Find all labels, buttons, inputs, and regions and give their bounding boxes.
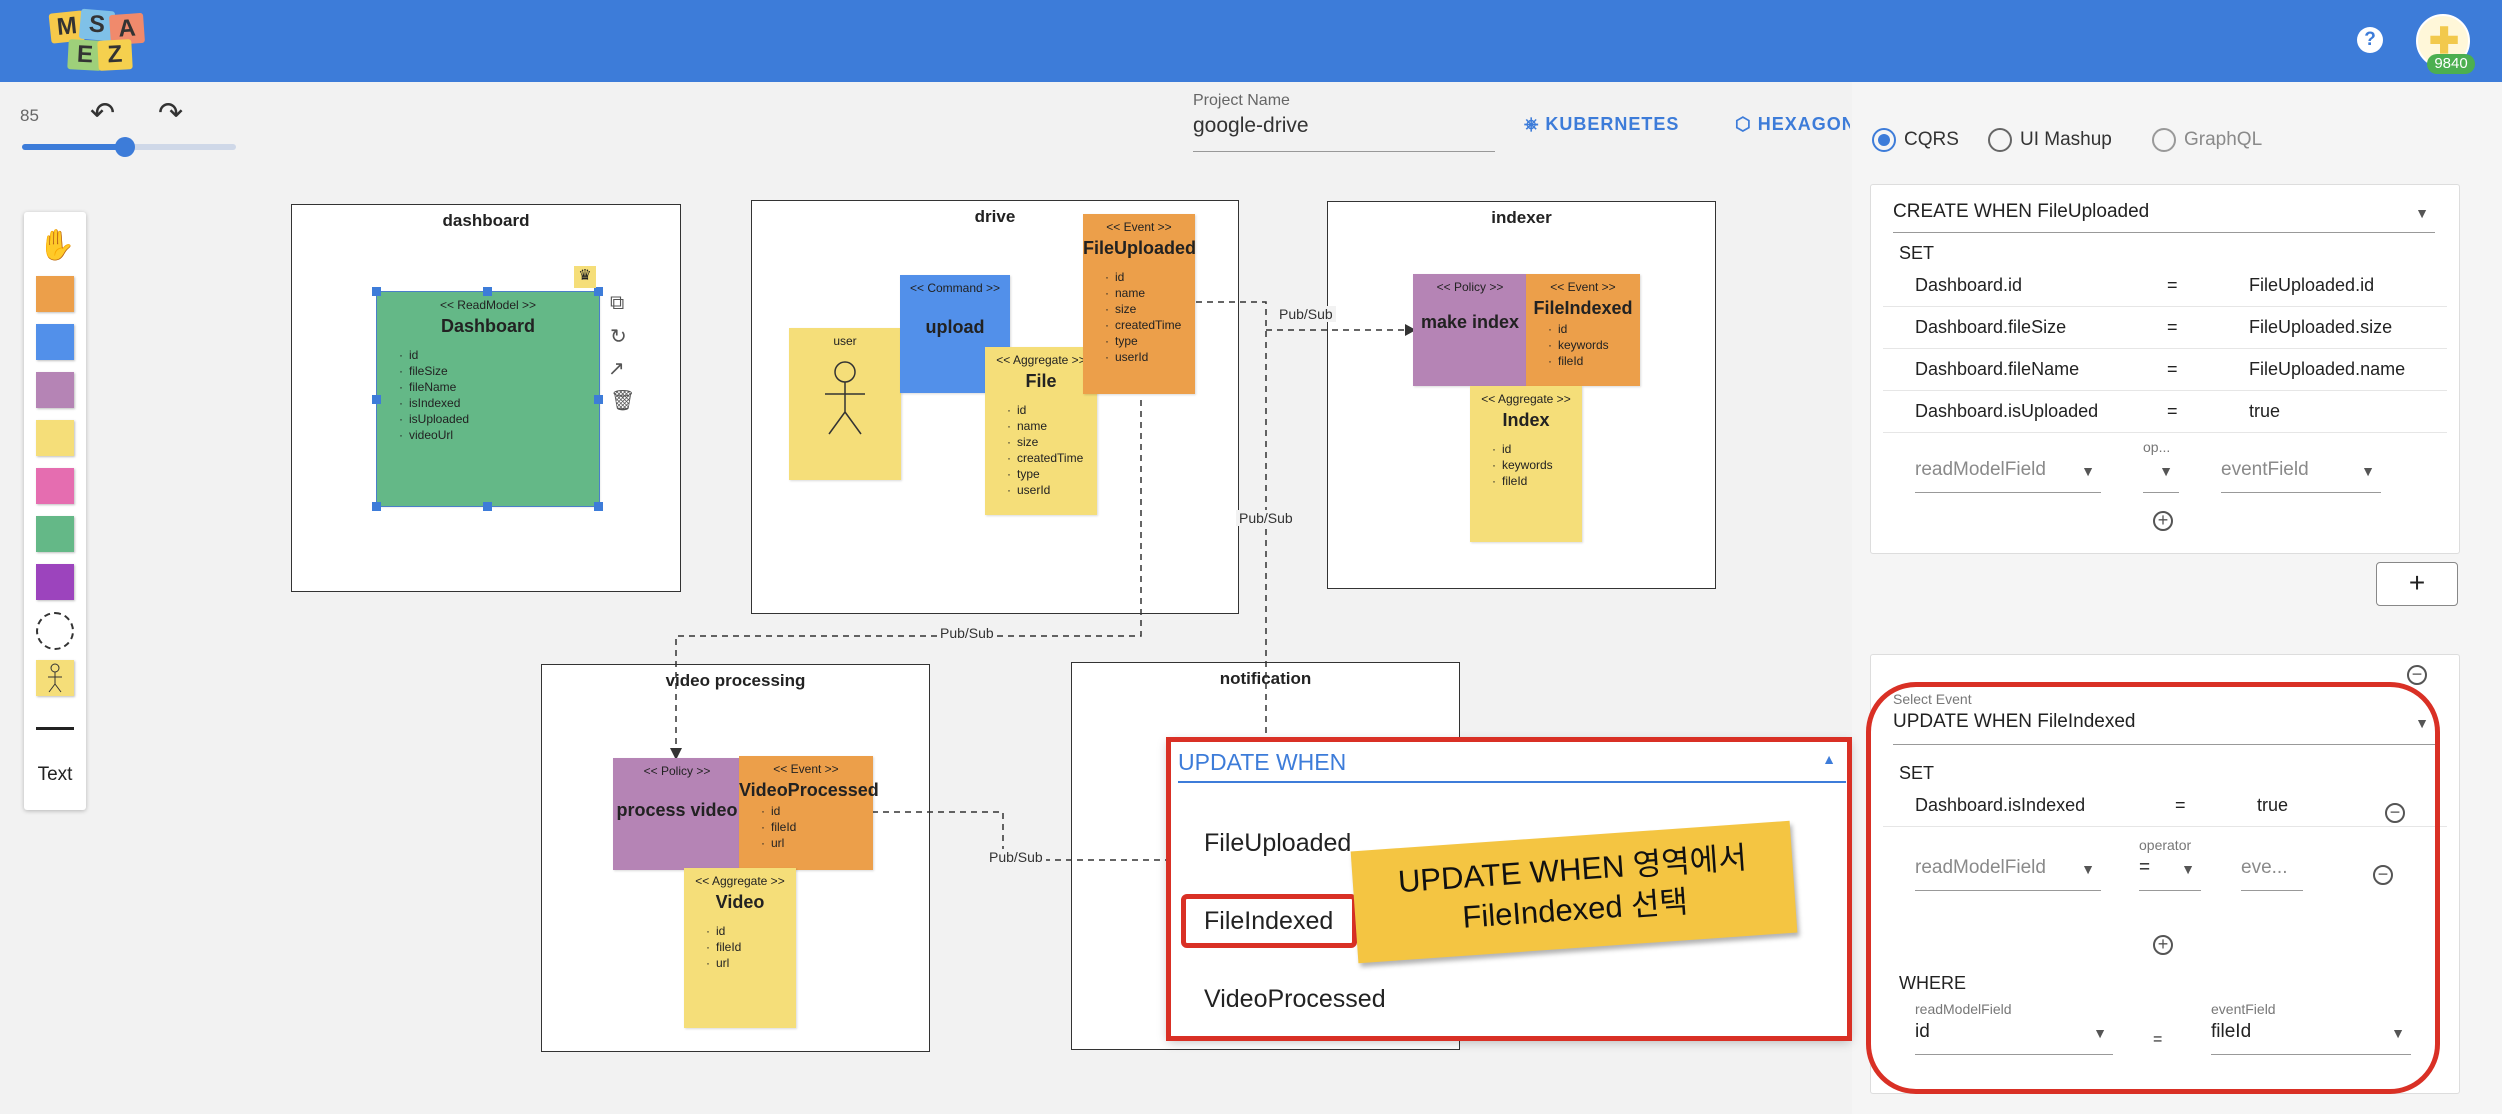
mode-radio-graphql[interactable]: GraphQL: [2152, 128, 2262, 154]
policy-make-index[interactable]: << Policy >> make index: [1413, 274, 1527, 386]
aggregate-index[interactable]: << Aggregate >> Index id keywords fileId: [1470, 386, 1582, 542]
resize-handle[interactable]: [594, 287, 603, 296]
aggregate-file[interactable]: << Aggregate >> File id name size create…: [985, 347, 1097, 515]
set-label: SET: [1899, 243, 1935, 263]
help-icon[interactable]: ?: [2357, 27, 2383, 53]
radio-icon: [1988, 128, 2012, 152]
pubsub-label: Pub/Sub: [1276, 306, 1336, 322]
user-credit-badge: 9840: [2427, 54, 2475, 74]
mode-radio-cqrs[interactable]: CQRS: [1872, 128, 1959, 154]
aggregate-video[interactable]: << Aggregate >> Video id fileId url: [684, 868, 796, 1028]
resize-handle[interactable]: [372, 502, 381, 511]
event-file-indexed[interactable]: << Event >> FileIndexed id keywords file…: [1526, 274, 1640, 386]
actor-icon: [825, 361, 865, 435]
event-file-uploaded[interactable]: << Event >> FileUploaded id name size cr…: [1083, 214, 1196, 394]
policy-process-video[interactable]: << Policy >> process video: [613, 758, 741, 870]
highlight-frame: [1181, 894, 1357, 948]
pubsub-label: Pub/Sub: [1236, 510, 1296, 526]
set-row[interactable]: Dashboard.id = FileUploaded.id: [1883, 265, 2447, 307]
set-row[interactable]: Dashboard.fileSize = FileUploaded.size: [1883, 307, 2447, 349]
chevron-down-icon: ▼: [2081, 463, 2095, 479]
resize-handle[interactable]: [483, 502, 492, 511]
readmodel-dashboard[interactable]: << ReadModel >> Dashboard id fileSize fi…: [376, 291, 600, 507]
copy-icon[interactable]: ⧉: [610, 292, 624, 315]
readmodel-field-select[interactable]: readModelField ▼: [1915, 459, 2101, 493]
chevron-down-icon: ▼: [2159, 463, 2173, 479]
rotate-icon[interactable]: ↻: [610, 324, 627, 349]
delete-icon[interactable]: 🗑: [610, 388, 635, 413]
field-list: id fileSize fileName isIndexed isUploade…: [399, 347, 599, 443]
highlight-frame: [1866, 682, 2440, 1094]
add-query-button[interactable]: +: [2376, 562, 2458, 606]
radio-selected-icon: [1872, 128, 1896, 152]
resize-handle[interactable]: [594, 502, 603, 511]
resize-handle[interactable]: [372, 287, 381, 296]
pubsub-label: Pub/Sub: [937, 625, 997, 641]
trophy-icon[interactable]: ♛: [574, 266, 596, 288]
resize-handle[interactable]: [372, 395, 381, 404]
chevron-down-icon: ▼: [2415, 205, 2429, 221]
set-row[interactable]: Dashboard.isUploaded = true: [1883, 391, 2447, 433]
resize-handle[interactable]: [483, 287, 492, 296]
relation-icon[interactable]: ↗: [608, 356, 625, 381]
actor-user[interactable]: user: [789, 328, 901, 480]
event-field-select[interactable]: eventField ▼: [2221, 459, 2381, 493]
mode-radio-ui-mashup[interactable]: UI Mashup: [1988, 128, 2112, 154]
event-video-processed[interactable]: << Event >> VideoProcessed id fileId url: [739, 756, 879, 870]
radio-icon: [2152, 128, 2176, 152]
create-event-select[interactable]: CREATE WHEN FileUploaded ▼: [1893, 201, 2435, 233]
operator-select[interactable]: ▼: [2143, 459, 2179, 493]
operator-label: op...: [2143, 439, 2171, 455]
resize-handle[interactable]: [594, 395, 603, 404]
set-row[interactable]: Dashboard.fileName = FileUploaded.name: [1883, 349, 2447, 391]
add-row-icon[interactable]: +: [2153, 511, 2173, 531]
remove-card-icon[interactable]: −: [2407, 665, 2427, 685]
chevron-down-icon: ▼: [2361, 463, 2375, 479]
create-when-card: CREATE WHEN FileUploaded ▼ SET Dashboard.…: [1870, 184, 2460, 554]
pubsub-label: Pub/Sub: [986, 849, 1046, 865]
